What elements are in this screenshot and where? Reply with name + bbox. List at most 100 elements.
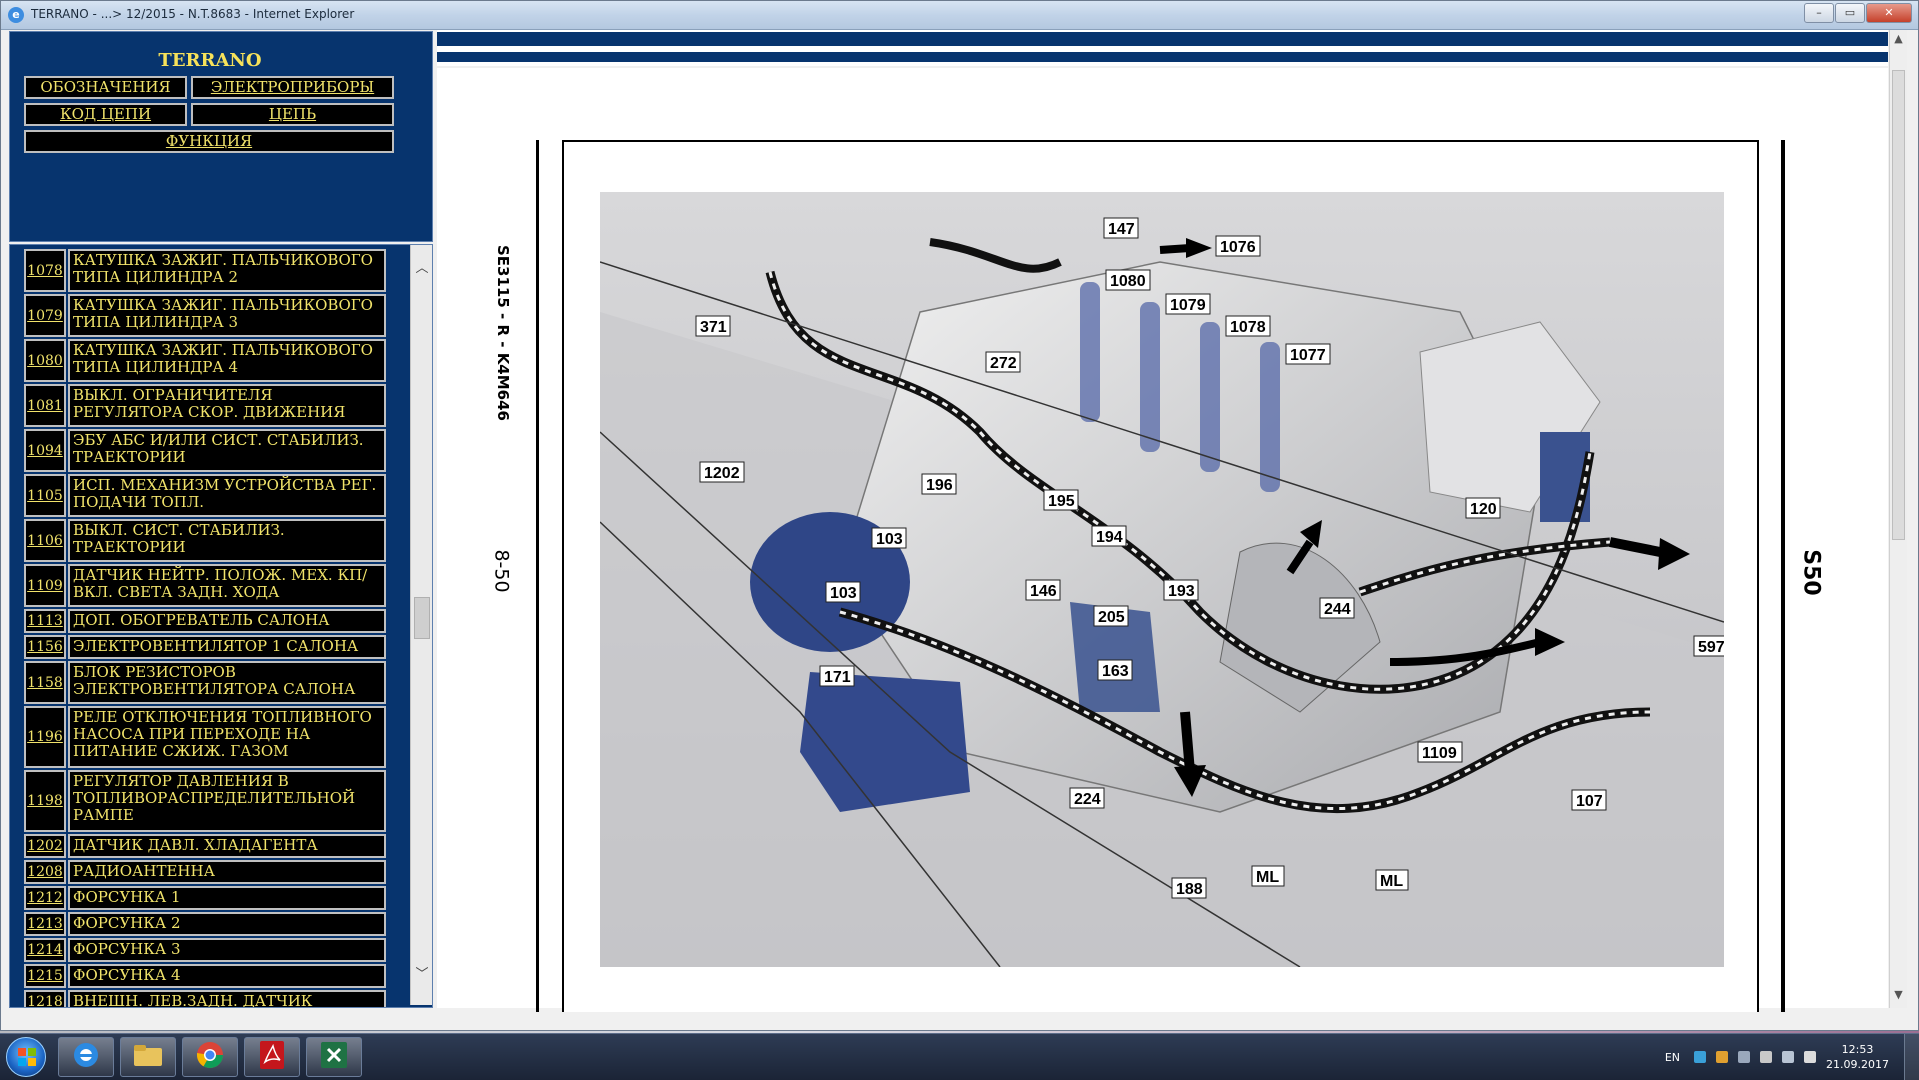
clock[interactable]: 12:53 21.09.2017 bbox=[1826, 1042, 1889, 1072]
svg-text:597: 597 bbox=[1698, 639, 1724, 656]
callout-1079: 1079 bbox=[1165, 293, 1211, 315]
page-margin-line-left bbox=[536, 140, 539, 1012]
item-code[interactable]: 1214 bbox=[24, 938, 66, 962]
list-item[interactable]: 1215 ФОРСУНКА 4 bbox=[24, 964, 386, 988]
scroll-thumb[interactable] bbox=[414, 597, 430, 639]
callout-224: 224 bbox=[1069, 787, 1105, 809]
start-button[interactable] bbox=[6, 1037, 46, 1077]
item-code[interactable]: 1196 bbox=[24, 706, 66, 768]
page-scroll-thumb[interactable] bbox=[1892, 70, 1905, 540]
list-item[interactable]: 1212 ФОРСУНКА 1 bbox=[24, 886, 386, 910]
windows-logo-icon bbox=[18, 1048, 36, 1066]
item-code[interactable]: 1215 bbox=[24, 964, 66, 988]
taskbar-chrome-button[interactable] bbox=[182, 1037, 238, 1077]
header-bar-top bbox=[437, 32, 1888, 46]
list-item[interactable]: 1208 РАДИОАНТЕННА bbox=[24, 860, 386, 884]
volume-icon[interactable] bbox=[1804, 1051, 1817, 1063]
list-scrollbar[interactable]: ︿ ﹀ bbox=[410, 245, 432, 1005]
item-code[interactable]: 1208 bbox=[24, 860, 66, 884]
devices-button[interactable]: ЭЛЕКТРОПРИБОРЫ bbox=[191, 76, 394, 99]
callout-163: 163 bbox=[1097, 659, 1133, 681]
item-code[interactable]: 1213 bbox=[24, 912, 66, 936]
page-scroll-up-icon[interactable]: ▲ bbox=[1892, 32, 1905, 46]
item-code[interactable]: 1202 bbox=[24, 834, 66, 858]
item-label: ФОРСУНКА 4 bbox=[68, 964, 386, 988]
svg-text:371: 371 bbox=[700, 319, 727, 336]
item-code[interactable]: 1078 bbox=[24, 249, 66, 292]
maximize-button[interactable]: ▭ bbox=[1835, 3, 1865, 23]
item-code[interactable]: 1079 bbox=[24, 294, 66, 337]
item-code[interactable]: 1081 bbox=[24, 384, 66, 427]
item-code[interactable]: 1156 bbox=[24, 635, 66, 659]
network-icon[interactable] bbox=[1694, 1051, 1707, 1063]
circuit-button[interactable]: ЦЕПЬ bbox=[191, 103, 394, 126]
close-button[interactable]: ✕ bbox=[1866, 3, 1912, 23]
show-desktop-button[interactable] bbox=[1904, 1034, 1919, 1080]
list-item[interactable]: 1196 РЕЛЕ ОТКЛЮЧЕНИЯ ТОПЛИВНОГО НАСОСА ПР… bbox=[24, 706, 386, 768]
taskbar-ie-button[interactable] bbox=[58, 1037, 114, 1077]
callout-194: 194 bbox=[1091, 525, 1127, 547]
language-indicator[interactable]: EN bbox=[1665, 1051, 1680, 1064]
taskbar-explorer-button[interactable] bbox=[120, 1037, 176, 1077]
minimize-button[interactable]: – bbox=[1804, 3, 1834, 23]
chrome-icon bbox=[195, 1040, 225, 1074]
list-item[interactable]: 1078 КАТУШКА ЗАЖИГ. ПАЛЬЧИКОВОГО ТИПА ЦИЛ… bbox=[24, 249, 386, 292]
item-code[interactable]: 1212 bbox=[24, 886, 66, 910]
list-item[interactable]: 1214 ФОРСУНКА 3 bbox=[24, 938, 386, 962]
function-button[interactable]: ФУНКЦИЯ bbox=[24, 130, 394, 153]
list-item[interactable]: 1202 ДАТЧИК ДАВЛ. ХЛАДАГЕНТА bbox=[24, 834, 386, 858]
item-code[interactable]: 1218 bbox=[24, 990, 66, 1007]
scroll-up-icon[interactable]: ︿ bbox=[414, 261, 430, 277]
flag-icon[interactable] bbox=[1760, 1051, 1773, 1063]
list-item[interactable]: 1213 ФОРСУНКА 2 bbox=[24, 912, 386, 936]
display-icon[interactable] bbox=[1782, 1051, 1795, 1063]
clock-date: 21.09.2017 bbox=[1826, 1058, 1889, 1071]
list-item[interactable]: 1218 ВНЕШН. ЛЕВ.ЗАДН. ДАТЧИК bbox=[24, 990, 386, 1007]
scroll-down-icon[interactable]: ﹀ bbox=[414, 967, 430, 983]
svg-text:171: 171 bbox=[824, 669, 851, 686]
list-item[interactable]: 1106 ВЫКЛ. СИСТ. СТАБИЛИЗ. ТРАЕКТОРИИ bbox=[24, 519, 386, 562]
title-bar[interactable]: e TERRANO - ...> 12/2015 - N.T.8683 - In… bbox=[1, 1, 1918, 30]
circuit-code-button[interactable]: КОД ЦЕПИ bbox=[24, 103, 187, 126]
callout-1076: 1076 bbox=[1215, 235, 1261, 257]
item-code[interactable]: 1080 bbox=[24, 339, 66, 382]
callout-195: 195 bbox=[1043, 489, 1079, 511]
list-item[interactable]: 1081 ВЫКЛ. ОГРАНИЧИТЕЛЯ РЕГУЛЯТОРА СКОР. … bbox=[24, 384, 386, 427]
item-label: КАТУШКА ЗАЖИГ. ПАЛЬЧИКОВОГО ТИПА ЦИЛИНДР… bbox=[68, 339, 386, 382]
item-label: ВЫКЛ. СИСТ. СТАБИЛИЗ. ТРАЕКТОРИИ bbox=[68, 519, 386, 562]
list-item[interactable]: 1198 РЕГУЛЯТОР ДАВЛЕНИЯ В ТОПЛИВОРАСПРЕДЕ… bbox=[24, 770, 386, 832]
taskbar-acrobat-button[interactable] bbox=[244, 1037, 300, 1077]
item-code[interactable]: 1113 bbox=[24, 609, 66, 633]
item-code[interactable]: 1198 bbox=[24, 770, 66, 832]
list-item[interactable]: 1156 ЭЛЕКТРОВЕНТИЛЯТОР 1 САЛОНА bbox=[24, 635, 386, 659]
svg-text:1077: 1077 bbox=[1290, 347, 1326, 364]
callout-1078: 1078 bbox=[1225, 315, 1271, 337]
svg-text:195: 195 bbox=[1048, 493, 1075, 510]
taskbar-excel-button[interactable] bbox=[306, 1037, 362, 1077]
list-item[interactable]: 1158 БЛОК РЕЗИСТОРОВ ЭЛЕКТРОВЕНТИЛЯТОРА С… bbox=[24, 661, 386, 704]
item-code[interactable]: 1109 bbox=[24, 564, 66, 607]
item-code[interactable]: 1105 bbox=[24, 474, 66, 517]
list-item[interactable]: 1105 ИСП. МЕХАНИЗМ УСТРОЙСТВА РЕГ. ПОДАЧИ… bbox=[24, 474, 386, 517]
ignition-coil-3 bbox=[1140, 302, 1160, 452]
item-label: КАТУШКА ЗАЖИГ. ПАЛЬЧИКОВОГО ТИПА ЦИЛИНДР… bbox=[68, 249, 386, 292]
svg-text:193: 193 bbox=[1168, 583, 1195, 600]
item-code[interactable]: 1094 bbox=[24, 429, 66, 472]
list-item[interactable]: 1079 КАТУШКА ЗАЖИГ. ПАЛЬЧИКОВОГО ТИПА ЦИЛ… bbox=[24, 294, 386, 337]
page-scrollbar[interactable]: ▲ ▼ bbox=[1889, 30, 1907, 1008]
designations-button[interactable]: ОБОЗНАЧЕНИЯ bbox=[24, 76, 187, 99]
list-item[interactable]: 1080 КАТУШКА ЗАЖИГ. ПАЛЬЧИКОВОГО ТИПА ЦИЛ… bbox=[24, 339, 386, 382]
item-code[interactable]: 1106 bbox=[24, 519, 66, 562]
item-code[interactable]: 1158 bbox=[24, 661, 66, 704]
internet-explorer-icon bbox=[71, 1040, 101, 1074]
monitor-icon[interactable] bbox=[1738, 1051, 1751, 1063]
page-scroll-down-icon[interactable]: ▼ bbox=[1892, 988, 1905, 1002]
list-item[interactable]: 1109 ДАТЧИК НЕЙТР. ПОЛОЖ. МЕХ. КП/ВКЛ. СВ… bbox=[24, 564, 386, 607]
list-item[interactable]: 1113 ДОП. ОБОГРЕВАТЕЛЬ САЛОНА bbox=[24, 609, 386, 633]
svg-text:196: 196 bbox=[926, 477, 953, 494]
excel-icon bbox=[320, 1041, 348, 1073]
list-item[interactable]: 1094 ЭБУ АБС И/ИЛИ СИСТ. СТАБИЛИЗ. ТРАЕКТ… bbox=[24, 429, 386, 472]
security-icon[interactable] bbox=[1716, 1051, 1729, 1063]
pdf-icon bbox=[258, 1040, 286, 1074]
item-label: ДОП. ОБОГРЕВАТЕЛЬ САЛОНА bbox=[68, 609, 386, 633]
